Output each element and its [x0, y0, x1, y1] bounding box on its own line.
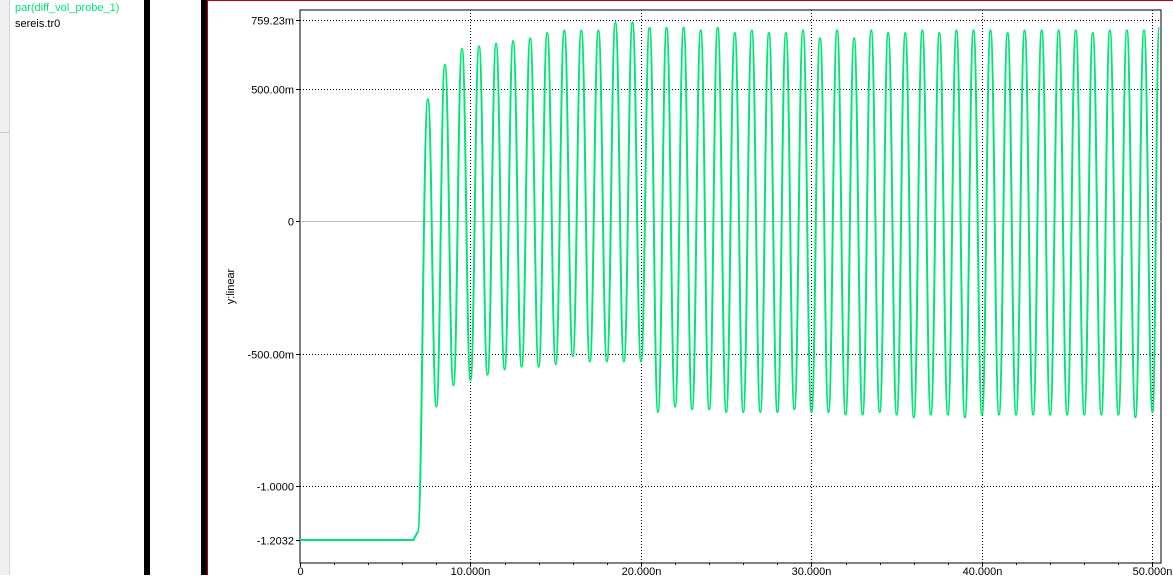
y-tick-label: -1.2032	[257, 536, 294, 548]
trace-layer	[300, 21, 1161, 541]
grid-layer	[296, 9, 1162, 567]
left-strip-divider	[0, 132, 9, 133]
waveform-plot-frame[interactable]: 759.23m 500.00m 0 -500.00m -1.0000 -1.2032 01…	[207, 0, 1173, 576]
waveform-chart[interactable]: 759.23m500.00m0-500.00m-1.0000-1.2032 01…	[208, 1, 1173, 576]
y-axis-title: y:linear	[225, 268, 237, 304]
secondary-panel	[150, 0, 201, 575]
signal-legend-panel: par(diff_vol_probe_1) sereis.tr0	[10, 0, 144, 575]
legend-signal-name[interactable]: par(diff_vol_probe_1)	[15, 2, 119, 15]
waveform-trace[interactable]	[300, 21, 1161, 541]
left-edge-strip	[0, 0, 10, 575]
y-tick-label: -1.0000	[257, 482, 294, 494]
y-tick-label: -500.00m	[248, 350, 294, 362]
y-tick-label: 500.00m	[251, 85, 294, 97]
y-tick-labels: 759.23m 500.00m 0 -500.00m -1.0000 -1.2032	[248, 16, 294, 548]
y-tick-label: 0	[288, 217, 294, 229]
y-tick-label: 759.23m	[251, 16, 294, 28]
legend-file-name[interactable]: sereis.tr0	[15, 18, 60, 31]
